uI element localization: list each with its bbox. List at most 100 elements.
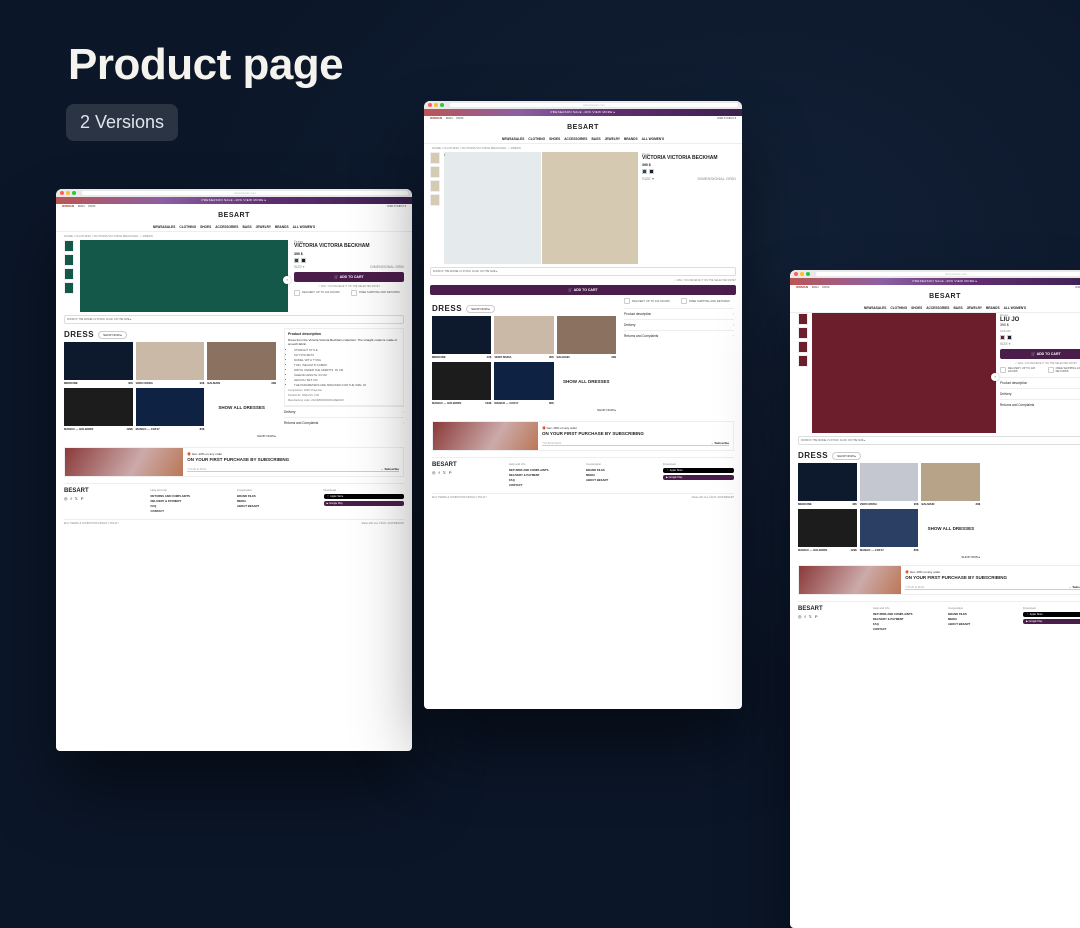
add-to-cart-button[interactable]: 🛒 ADD TO CART — [430, 285, 736, 295]
next-image-icon[interactable]: › — [991, 373, 999, 381]
dimensional-grid-link[interactable]: DIMENSIONAL GRID — [697, 176, 736, 181]
product-card[interactable]: BALMAIN39$ — [557, 316, 616, 359]
minimize-icon[interactable] — [66, 191, 70, 195]
footer-link[interactable]: FAQ — [151, 504, 232, 508]
accordion-description[interactable]: Product description› — [1000, 377, 1080, 388]
footer-link[interactable]: DELIVERY & PAYMENT — [509, 473, 580, 477]
currency-selector[interactable]: USD ▾ — [717, 116, 726, 120]
footer-link[interactable]: CONTACT — [873, 627, 942, 631]
color-swatch[interactable] — [642, 169, 647, 174]
product-hero-images[interactable]: › — [444, 152, 638, 264]
email-input[interactable]: YOUR E-MAIL — [905, 585, 925, 589]
facebook-icon[interactable]: f — [71, 496, 72, 501]
size-selector[interactable]: SIZE ▾ — [642, 176, 654, 181]
logo[interactable]: BESART — [796, 293, 1080, 300]
footer-link[interactable]: RETURNS AND COMPLAINTS — [873, 612, 942, 616]
twitter-icon[interactable]: 𝕏 — [809, 614, 812, 619]
maximize-icon[interactable] — [806, 272, 810, 276]
nav-item[interactable]: SHOES — [549, 137, 560, 141]
product-card[interactable]: MANGO — HOLBORN129$ — [432, 362, 491, 405]
nav-item[interactable]: ALL WOMEN'S — [293, 225, 315, 229]
add-to-cart-button[interactable]: 🛒 ADD TO CART — [294, 272, 404, 282]
footer-link[interactable]: BRAND FILES — [237, 494, 318, 498]
nav-item[interactable]: JEWELRY — [967, 306, 982, 310]
address-bar[interactable]: www.besart.com — [82, 191, 408, 195]
info-menu[interactable]: INFO ▾ — [726, 116, 736, 120]
shop-now-link[interactable]: SHOP NOW ▸ — [432, 408, 616, 412]
facebook-icon[interactable]: f — [805, 614, 806, 619]
footer-link[interactable]: DELIVERY & PAYMENT — [151, 499, 232, 503]
promo-bar[interactable]: PRESEASON SALE -40% VIEW MORE ▸ — [56, 197, 412, 204]
product-card[interactable]: MANGO — COF1780$ — [494, 362, 553, 405]
nav-item[interactable]: ACCESSORIES — [564, 137, 587, 141]
product-card[interactable]: MANGO — COF1780$ — [136, 388, 205, 431]
instagram-icon[interactable]: ◎ — [798, 614, 802, 619]
nav-item[interactable]: NEWS&SALES — [864, 306, 887, 310]
product-card[interactable]: MEDICINE40$ — [64, 342, 133, 385]
thumbnail[interactable] — [430, 194, 440, 206]
footer-link[interactable]: MEDIA — [237, 499, 318, 503]
stock-note[interactable]: KNOW IF THE MODEL IS STOCK CLICK ON THE … — [64, 315, 404, 324]
info-menu[interactable]: INFO ▾ — [396, 204, 406, 208]
instagram-icon[interactable]: ◎ — [432, 470, 436, 475]
footer-link[interactable]: CONTACT — [151, 509, 232, 513]
footer-link[interactable]: RETURNS AND COMPLAINTS — [509, 468, 580, 472]
size-selector[interactable]: SIZE ▾ — [1000, 342, 1011, 346]
show-all-card[interactable]: SHOW ALL DRESSES — [557, 362, 616, 405]
product-card[interactable]: MANGO — HOLBORN129$ — [64, 388, 133, 431]
google-play-button[interactable]: ▶ Google Play — [324, 501, 405, 506]
accordion-delivery[interactable]: Delivery› — [624, 319, 734, 330]
thumbnail[interactable] — [798, 355, 808, 367]
accordion-delivery[interactable]: Delivery› — [284, 406, 404, 417]
product-card[interactable]: MANGO — COF1780$ — [860, 509, 919, 552]
logo[interactable]: BESART — [430, 124, 736, 131]
color-swatch[interactable] — [1000, 335, 1005, 340]
nav-item[interactable]: ACCESSORIES — [215, 225, 238, 229]
product-card[interactable]: VERO MODA90$ — [136, 342, 205, 385]
promo-bar[interactable]: PRESEASON SALE -40% VIEW MORE ▸ — [424, 109, 742, 116]
nav-item[interactable]: BAGS — [953, 306, 962, 310]
address-bar[interactable]: www.besart.com — [816, 272, 1080, 276]
twitter-icon[interactable]: 𝕏 — [443, 470, 446, 475]
nav-item[interactable]: BRANDS — [986, 306, 1000, 310]
currency-selector[interactable]: USD ▾ — [387, 204, 396, 208]
next-image-icon[interactable]: › — [444, 152, 445, 157]
nav-item[interactable]: BAGS — [591, 137, 600, 141]
footer-link[interactable]: FAQ — [509, 478, 580, 482]
email-input[interactable]: YOUR E-MAIL — [187, 467, 207, 471]
nav-item[interactable]: ACCESSORIES — [926, 306, 949, 310]
color-swatch-navy[interactable] — [301, 258, 306, 263]
nav-item[interactable]: SHOES — [911, 306, 922, 310]
topnav-woman[interactable]: WOMAN — [430, 116, 442, 120]
accordion-returns[interactable]: Returns and Complaints› — [284, 417, 404, 428]
footer-link[interactable]: ABOUT BESART — [948, 622, 1017, 626]
color-swatch[interactable] — [649, 169, 654, 174]
minimize-icon[interactable] — [434, 103, 438, 107]
email-input[interactable]: YOUR E-MAIL — [542, 441, 562, 445]
add-to-cart-button[interactable]: 🛒 ADD TO CART — [1000, 349, 1080, 359]
shop-now-link[interactable]: SHOP NOW ▸ — [64, 434, 276, 438]
topnav-kids[interactable]: KIDS — [456, 116, 463, 120]
nav-item[interactable]: ALL WOMEN'S — [1004, 306, 1026, 310]
nav-item[interactable]: BAGS — [242, 225, 251, 229]
nav-item[interactable]: NEWS&SALES — [153, 225, 176, 229]
next-image-icon[interactable]: › — [283, 276, 291, 284]
promo-bar[interactable]: PRESEASON SALE -40% VIEW MORE ▸ — [790, 278, 1080, 285]
dimensional-grid-link[interactable]: DIMENSIONAL GRID — [370, 265, 404, 269]
thumbnail[interactable] — [64, 282, 74, 294]
topnav-man[interactable]: MAN — [78, 204, 85, 208]
apple-store-button[interactable]: 📱 Apple Store — [1023, 612, 1080, 617]
footer-link[interactable]: ABOUT BESART — [237, 504, 318, 508]
thumbnail[interactable] — [430, 180, 440, 192]
facebook-icon[interactable]: f — [439, 470, 440, 475]
maximize-icon[interactable] — [72, 191, 76, 195]
footer-link[interactable]: ABOUT BESART — [586, 478, 657, 482]
thumbnail[interactable] — [430, 152, 440, 164]
logo[interactable]: BESART — [62, 212, 406, 219]
topnav-woman[interactable]: WOMAN — [62, 204, 74, 208]
color-swatch[interactable] — [1007, 335, 1012, 340]
footer-logo[interactable]: BESART — [64, 488, 145, 494]
nav-item[interactable]: BRANDS — [624, 137, 638, 141]
twitter-icon[interactable]: 𝕏 — [75, 496, 78, 501]
footer-logo[interactable]: BESART — [432, 462, 503, 468]
